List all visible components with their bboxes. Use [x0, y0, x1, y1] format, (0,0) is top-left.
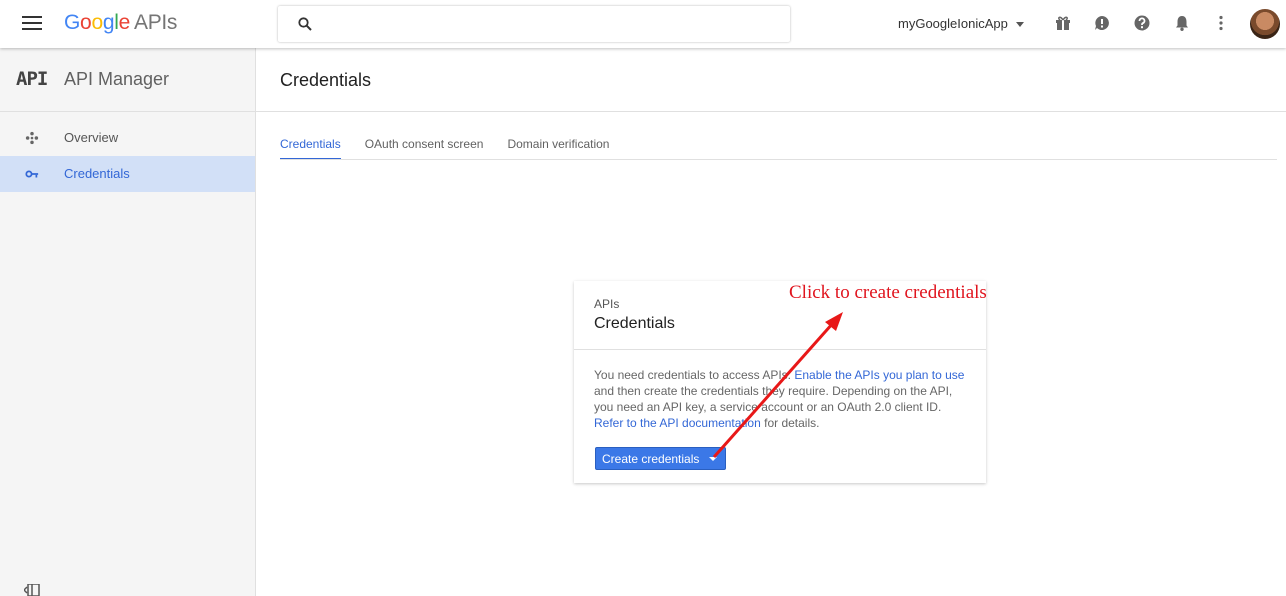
- description-text: and then create the credentials they req…: [594, 384, 953, 414]
- main-content: Credentials Credentials OAuth consent sc…: [256, 48, 1286, 596]
- avatar[interactable]: [1250, 9, 1280, 39]
- feedback-icon[interactable]: [1093, 14, 1111, 32]
- sidebar-item-label: Credentials: [64, 166, 130, 181]
- sidebar-item-credentials[interactable]: Credentials: [0, 156, 255, 192]
- card-kicker: APIs: [594, 297, 620, 311]
- top-bar: Google APIs myGoogleIonicApp: [0, 0, 1286, 48]
- tab-credentials[interactable]: Credentials: [280, 134, 341, 160]
- chevron-down-icon: [1015, 22, 1024, 28]
- sidebar-item-overview[interactable]: Overview: [0, 120, 255, 156]
- tab-domain-verification[interactable]: Domain verification: [507, 134, 609, 160]
- key-icon: [25, 170, 39, 178]
- tab-bar: Credentials OAuth consent screen Domain …: [280, 134, 633, 160]
- search-input[interactable]: [326, 12, 776, 36]
- page-title: Credentials: [280, 70, 372, 90]
- card-title: Credentials: [594, 315, 675, 332]
- logo-google: Google: [64, 11, 130, 34]
- description-text: You need credentials to access APIs.: [594, 368, 795, 382]
- chevron-down-icon: [709, 457, 717, 461]
- sidebar-item-label: Overview: [64, 130, 119, 145]
- tab-oauth-consent-screen[interactable]: OAuth consent screen: [365, 134, 484, 160]
- api-documentation-link[interactable]: Refer to the API documentation: [594, 416, 761, 430]
- menu-icon[interactable]: [22, 16, 42, 32]
- search-icon: [298, 17, 312, 31]
- project-name: myGoogleIonicApp: [898, 16, 1008, 31]
- enable-apis-link[interactable]: Enable the APIs you plan to use: [794, 368, 964, 382]
- sidebar: API API Manager Overview Credentials: [0, 48, 256, 596]
- divider: [574, 349, 986, 350]
- create-credentials-label: Create credentials: [602, 451, 700, 466]
- create-credentials-button[interactable]: Create credentials: [595, 447, 726, 470]
- gift-icon[interactable]: [1054, 14, 1072, 32]
- more-vert-icon[interactable]: [1212, 14, 1230, 32]
- api-logo: API: [16, 68, 48, 90]
- annotation-text: Click to create credentials: [789, 282, 987, 303]
- overview-icon: [25, 131, 39, 145]
- credentials-card: APIs Credentials You need credentials to…: [574, 281, 986, 483]
- logo-apis: APIs: [133, 11, 178, 34]
- google-apis-logo[interactable]: Google APIs: [64, 11, 177, 35]
- card-description: You need credentials to access APIs. Ena…: [594, 367, 966, 431]
- description-text: for details.: [760, 416, 820, 430]
- search-box[interactable]: [278, 6, 790, 42]
- project-selector[interactable]: myGoogleIonicApp: [898, 16, 1024, 31]
- divider: [280, 159, 1277, 160]
- sidebar-title: API Manager: [64, 69, 170, 89]
- help-icon[interactable]: [1133, 14, 1151, 32]
- sidebar-header: API API Manager: [0, 48, 255, 112]
- notifications-icon[interactable]: [1173, 14, 1191, 32]
- divider: [256, 111, 1286, 112]
- collapse-sidebar-icon[interactable]: [24, 584, 40, 596]
